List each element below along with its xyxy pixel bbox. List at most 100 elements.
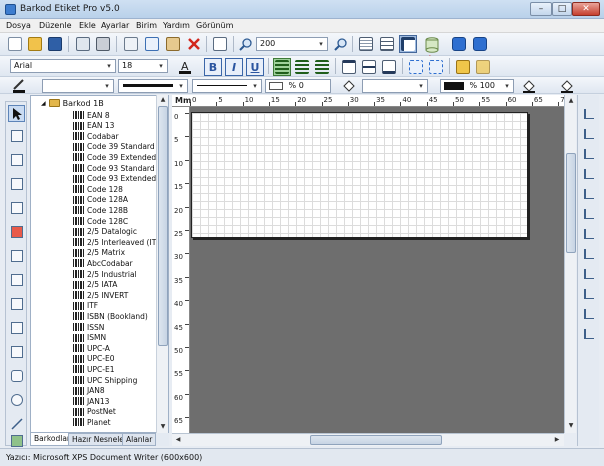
tree-item[interactable]: EAN 13: [73, 121, 114, 131]
new-button[interactable]: [6, 35, 24, 53]
print-preview-button[interactable]: [74, 35, 92, 53]
tree-item[interactable]: JAN8: [73, 386, 105, 396]
menu-gorunum[interactable]: Görünüm: [196, 21, 233, 30]
minimize-button[interactable]: –: [530, 2, 552, 16]
send-back-button[interactable]: [474, 58, 492, 76]
rectangle-tool[interactable]: [8, 343, 25, 360]
datamatrix-tool[interactable]: [8, 199, 25, 216]
align-middle-button[interactable]: [582, 187, 596, 201]
menu-yardim[interactable]: Yardım: [163, 21, 190, 30]
redo-button[interactable]: [471, 35, 489, 53]
tree-item[interactable]: UPC-E0: [73, 354, 114, 364]
align-center-button[interactable]: [582, 127, 596, 141]
center-h-button[interactable]: [582, 307, 596, 321]
bold-button[interactable]: B: [204, 58, 222, 76]
space-v-button[interactable]: [582, 287, 596, 301]
pdf417-tool[interactable]: [8, 223, 25, 240]
delete-button[interactable]: [185, 35, 203, 53]
print-button[interactable]: [94, 35, 112, 53]
tree-item[interactable]: 2/5 Matrix: [73, 248, 125, 258]
tree-item[interactable]: Codabar: [73, 131, 119, 141]
align-top-button[interactable]: [582, 167, 596, 181]
align-right-button[interactable]: [582, 147, 596, 161]
tree-item[interactable]: Code 39 Standard: [73, 142, 155, 152]
barcode-1d-tool[interactable]: [8, 127, 25, 144]
tree-item[interactable]: ISMN: [73, 333, 106, 343]
scroll-thumb[interactable]: [158, 106, 168, 346]
align-bottom-button[interactable]: [582, 207, 596, 221]
align-center-button[interactable]: [293, 58, 311, 76]
tree-item[interactable]: Code 93 Extended: [73, 174, 156, 184]
scroll-left-arrow[interactable]: ◀: [173, 435, 183, 445]
tree-item[interactable]: Code 39 Extended: [73, 152, 156, 162]
tree-item[interactable]: AbcCodabar: [73, 258, 133, 268]
close-button[interactable]: ✕: [572, 2, 600, 16]
color-combo[interactable]: ▾: [42, 79, 114, 93]
tree-item[interactable]: Planet: [73, 417, 111, 427]
barcode-2d-tool[interactable]: [8, 151, 25, 168]
scroll-right-arrow[interactable]: ▶: [552, 435, 562, 445]
fill-style-combo[interactable]: ▾: [362, 79, 428, 93]
bring-front-button[interactable]: [454, 58, 472, 76]
ruler-toggle-button[interactable]: [399, 35, 417, 53]
font-color-button[interactable]: A: [176, 58, 194, 76]
line-tool[interactable]: [8, 415, 25, 432]
align-left-button[interactable]: [273, 58, 291, 76]
tree-item[interactable]: UPC-E1: [73, 364, 114, 374]
font-size-combo[interactable]: 18 ▾: [118, 59, 168, 73]
menu-ayarlar[interactable]: Ayarlar: [101, 21, 129, 30]
menu-dosya[interactable]: Dosya: [6, 21, 31, 30]
tree-item[interactable]: JAN13: [73, 396, 109, 406]
tree-item[interactable]: 2/5 Interleaved (ITF): [73, 237, 164, 247]
valign-bottom-button[interactable]: [380, 58, 398, 76]
italic-button[interactable]: I: [225, 58, 243, 76]
line-width-combo[interactable]: ▾: [118, 79, 188, 93]
picture-tool[interactable]: [8, 432, 25, 449]
scroll-down-arrow[interactable]: ▼: [158, 422, 168, 432]
pointer-tool[interactable]: [8, 105, 25, 122]
fill-color-button[interactable]: [340, 77, 358, 95]
text-tool[interactable]: [8, 271, 25, 288]
scroll-thumb[interactable]: [566, 153, 576, 253]
cut-button[interactable]: [122, 35, 140, 53]
tree-item[interactable]: PostNet: [73, 407, 116, 417]
tree-item[interactable]: Code 128B: [73, 205, 128, 215]
label-paper[interactable]: [191, 112, 528, 238]
tree-root[interactable]: ◢ Barkod 1B: [41, 98, 104, 108]
image-tool[interactable]: [8, 295, 25, 312]
fit-height-button[interactable]: [427, 58, 445, 76]
tree-item[interactable]: 2/5 INVERT: [73, 290, 128, 300]
tree-item[interactable]: ISSN: [73, 322, 104, 332]
scroll-thumb[interactable]: [310, 435, 442, 445]
tree-item[interactable]: UPC-A: [73, 343, 110, 353]
maximize-button[interactable]: □: [552, 2, 572, 16]
open-button[interactable]: [26, 35, 44, 53]
menu-duzenle[interactable]: Düzenle: [39, 21, 72, 30]
shadow-button[interactable]: [558, 77, 576, 95]
scroll-up-arrow[interactable]: ▲: [158, 95, 168, 105]
tab-alanlar[interactable]: Alanlar: [122, 433, 157, 446]
align-right-button[interactable]: [313, 58, 331, 76]
ellipse-tool[interactable]: [8, 391, 25, 408]
canvas-horizontal-scrollbar[interactable]: ◀ ▶: [172, 433, 564, 446]
zoom-out-button[interactable]: [332, 35, 350, 53]
space-h-button[interactable]: [582, 267, 596, 281]
tree-item[interactable]: EAN 8: [73, 110, 110, 120]
line-style-combo[interactable]: ▾: [192, 79, 262, 93]
same-height-button[interactable]: [582, 247, 596, 261]
linear-barcode-tool[interactable]: [8, 247, 25, 264]
scroll-down-arrow[interactable]: ▼: [566, 421, 576, 431]
scroll-up-arrow[interactable]: ▲: [566, 96, 576, 106]
undo-button[interactable]: [450, 35, 468, 53]
lines-button[interactable]: [378, 35, 396, 53]
tree-item[interactable]: UPC Shipping: [73, 375, 137, 385]
underline-button[interactable]: U: [246, 58, 264, 76]
zoom-in-button[interactable]: [237, 35, 255, 53]
fit-width-button[interactable]: [407, 58, 425, 76]
center-v-button[interactable]: [582, 327, 596, 341]
fill-bucket-button[interactable]: [520, 77, 538, 95]
properties-button[interactable]: [211, 35, 229, 53]
tree-item[interactable]: Code 128: [73, 184, 123, 194]
grid-button[interactable]: [357, 35, 375, 53]
menu-ekle[interactable]: Ekle: [79, 21, 96, 30]
